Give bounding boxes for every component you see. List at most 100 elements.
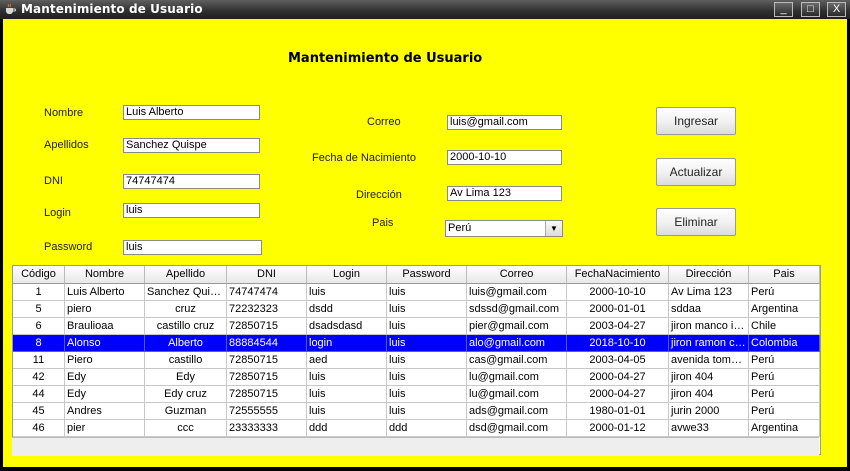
eliminar-button[interactable]: Eliminar [656, 208, 736, 236]
table-cell-codigo[interactable]: 6 [13, 318, 65, 335]
title-bar[interactable]: Mantenimiento de Usuario _ □ X [0, 0, 850, 19]
table-cell-login[interactable]: login [307, 335, 387, 352]
table-cell-pais[interactable]: Argentina [749, 301, 820, 318]
table-cell-fecha-nacimiento[interactable]: 1980-01-01 [567, 403, 669, 420]
table-cell-password[interactable]: luis [387, 352, 467, 369]
column-header-pais[interactable]: Pais [749, 266, 820, 284]
table-cell-correo[interactable]: cas@gmail.com [467, 352, 567, 369]
table-cell-fecha-nacimiento[interactable]: 2000-04-27 [567, 386, 669, 403]
correo-field[interactable]: luis@gmail.com [447, 115, 562, 130]
column-header-password[interactable]: Password [387, 266, 467, 284]
table-cell-login[interactable]: luis [307, 403, 387, 420]
minimize-button[interactable]: _ [774, 2, 793, 17]
table-cell-password[interactable]: luis [387, 386, 467, 403]
table-cell-login[interactable]: ddd [307, 420, 387, 437]
table-cell-codigo[interactable]: 11 [13, 352, 65, 369]
pais-select[interactable]: Perú ▼ [445, 220, 563, 237]
table-cell-password[interactable]: luis [387, 318, 467, 335]
table-cell-codigo[interactable]: 44 [13, 386, 65, 403]
table-cell-codigo[interactable]: 8 [13, 335, 65, 352]
table-cell-pais[interactable]: Argentina [749, 420, 820, 437]
nombre-field[interactable]: Luis Alberto [123, 105, 260, 120]
table-cell-apellido[interactable]: cruz [145, 301, 227, 318]
table-cell-correo[interactable]: lu@gmail.com [467, 386, 567, 403]
maximize-button[interactable]: □ [801, 2, 820, 17]
table-cell-dni[interactable]: 72850715 [227, 318, 307, 335]
table-row[interactable]: 1 Luis Alberto Sanchez Quis... 74747474 luis… [13, 284, 820, 301]
table-cell-direccion[interactable]: avwe33 [669, 420, 749, 437]
table-cell-nombre[interactable]: Piero [65, 352, 145, 369]
table-cell-password[interactable]: luis [387, 284, 467, 301]
table-cell-login[interactable]: luis [307, 369, 387, 386]
table-cell-fecha-nacimiento[interactable]: 2018-10-10 [567, 335, 669, 352]
table-cell-direccion[interactable]: jiron 404 [669, 369, 749, 386]
column-header-codigo[interactable]: Código [13, 266, 65, 284]
table-cell-pais[interactable]: Perú [749, 403, 820, 420]
table-cell-pais[interactable]: Perú [749, 284, 820, 301]
table-cell-nombre[interactable]: Edy [65, 369, 145, 386]
password-field[interactable]: luis [123, 240, 262, 255]
table-cell-correo[interactable]: dsd@gmail.com [467, 420, 567, 437]
table-cell-correo[interactable]: sdssd@gmail.com [467, 301, 567, 318]
table-cell-password[interactable]: ddd [387, 420, 467, 437]
apellidos-field[interactable]: Sanchez Quispe [123, 138, 260, 153]
table-cell-login[interactable]: dsadsdasd [307, 318, 387, 335]
table-row[interactable]: 44 Edy Edy cruz 72850715 luis luis lu@gmail.co… [13, 386, 820, 403]
table-cell-nombre[interactable]: Braulioaa [65, 318, 145, 335]
table-cell-nombre[interactable]: piero [65, 301, 145, 318]
table-cell-nombre[interactable]: Alonso [65, 335, 145, 352]
table-cell-codigo[interactable]: 46 [13, 420, 65, 437]
column-header-login[interactable]: Login [307, 266, 387, 284]
close-button[interactable]: X [827, 2, 846, 17]
table-cell-pais[interactable]: Colombia [749, 335, 820, 352]
table-cell-password[interactable]: luis [387, 369, 467, 386]
table-cell-nombre[interactable]: Luis Alberto [65, 284, 145, 301]
column-header-fecha-nacimiento[interactable]: FechaNacimiento [567, 266, 669, 284]
direccion-field[interactable]: Av Lima 123 [447, 186, 562, 201]
table-cell-pais[interactable]: Perú [749, 369, 820, 386]
table-cell-correo[interactable]: lu@gmail.com [467, 369, 567, 386]
table-row[interactable]: 5 piero cruz 72232323 dsdd luis sdssd@gmail.co… [13, 301, 820, 318]
table-cell-apellido[interactable]: castillo [145, 352, 227, 369]
fecha-nacimiento-field[interactable]: 2000-10-10 [447, 150, 562, 165]
table-cell-nombre[interactable]: Edy [65, 386, 145, 403]
table-cell-correo[interactable]: pier@gmail.com [467, 318, 567, 335]
table-cell-direccion[interactable]: jiron manco in... [669, 318, 749, 335]
table-cell-apellido[interactable]: ccc [145, 420, 227, 437]
table-row-selected[interactable]: 8 Alonso Alberto 88884544 login luis alo@gmail… [13, 335, 820, 352]
table-cell-password[interactable]: luis [387, 403, 467, 420]
table-cell-pais[interactable]: Perú [749, 352, 820, 369]
table-cell-password[interactable]: luis [387, 335, 467, 352]
column-header-nombre[interactable]: Nombre [65, 266, 145, 284]
table-cell-apellido[interactable]: Edy [145, 369, 227, 386]
table-row[interactable]: 11 Piero castillo 72850715 aed luis cas@gmail.… [13, 352, 820, 369]
actualizar-button[interactable]: Actualizar [656, 158, 736, 186]
table-row[interactable]: 6 Braulioaa castillo cruz 72850715 dsadsdasd… [13, 318, 820, 335]
table-cell-correo[interactable]: ads@gmail.com [467, 403, 567, 420]
dni-field[interactable]: 74747474 [123, 174, 260, 189]
table-cell-fecha-nacimiento[interactable]: 2003-04-05 [567, 352, 669, 369]
table-cell-dni[interactable]: 72850715 [227, 386, 307, 403]
column-header-dni[interactable]: DNI [227, 266, 307, 284]
table-cell-login[interactable]: luis [307, 386, 387, 403]
table-cell-pais[interactable]: Perú [749, 386, 820, 403]
column-header-direccion[interactable]: Dirección [669, 266, 749, 284]
dropdown-arrow-icon[interactable]: ▼ [545, 221, 562, 236]
ingresar-button[interactable]: Ingresar [656, 107, 736, 135]
table-cell-direccion[interactable]: avenida tomas ... [669, 352, 749, 369]
table-cell-apellido[interactable]: Edy cruz [145, 386, 227, 403]
table-cell-direccion[interactable]: Av Lima 123 [669, 284, 749, 301]
table-cell-nombre[interactable]: pier [65, 420, 145, 437]
table-cell-dni[interactable]: 88884544 [227, 335, 307, 352]
table-cell-codigo[interactable]: 1 [13, 284, 65, 301]
table-cell-dni[interactable]: 72232323 [227, 301, 307, 318]
column-header-apellido[interactable]: Apellido [145, 266, 227, 284]
users-table[interactable]: Código Nombre Apellido DNI Login Password Corr… [12, 265, 821, 455]
table-cell-login[interactable]: luis [307, 284, 387, 301]
table-row[interactable]: 46 pier ccc 23333333 ddd ddd dsd@gmail.com 2000… [13, 420, 820, 437]
table-cell-fecha-nacimiento[interactable]: 2003-04-27 [567, 318, 669, 335]
table-cell-direccion[interactable]: jiron 404 [669, 386, 749, 403]
table-cell-fecha-nacimiento[interactable]: 2000-04-27 [567, 369, 669, 386]
table-cell-dni[interactable]: 23333333 [227, 420, 307, 437]
table-cell-direccion[interactable]: jiron ramon ca... [669, 335, 749, 352]
